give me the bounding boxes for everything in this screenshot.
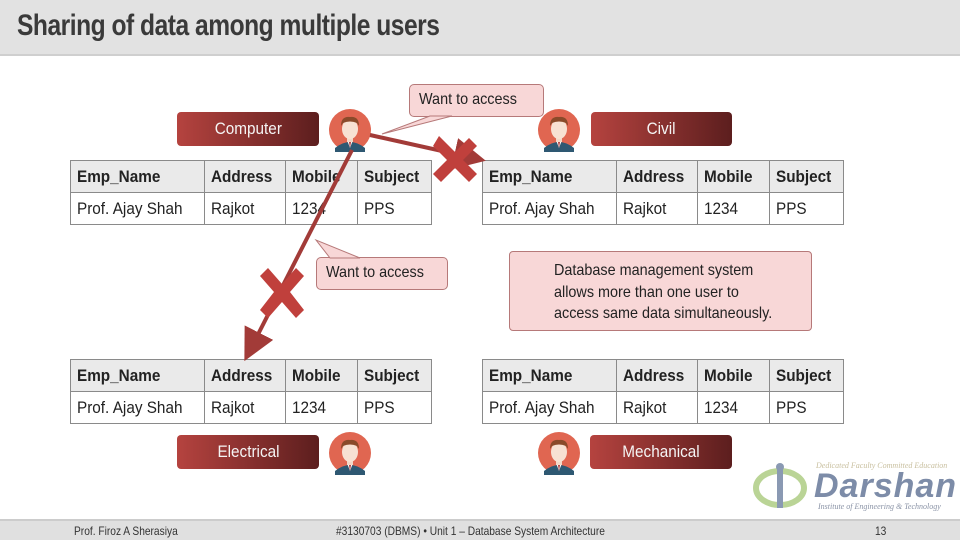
page-number: 13 — [875, 524, 887, 538]
table-row: Prof. Ajay Shah Rajkot 1234 PPS — [70, 192, 433, 225]
header-cell: Emp_Name — [482, 160, 617, 193]
callout-tail — [314, 238, 361, 259]
user-avatar-icon — [329, 432, 371, 474]
header-cell: Mobile — [697, 359, 771, 392]
callout-text: Want to access — [419, 91, 517, 108]
header-cell: Address — [615, 359, 699, 392]
info-line: access same data simultaneously. — [554, 305, 773, 322]
header-cell: Emp_Name — [70, 359, 205, 392]
table-cell: Rajkot — [203, 192, 287, 225]
table-cell: 1234 — [697, 391, 771, 424]
callout-want-to-access-middle: Want to access — [316, 257, 448, 290]
footer-course: #3130703 (DBMS) • Unit 1 – Database Syst… — [336, 524, 605, 538]
footer-author: Prof. Firoz A Sherasiya — [74, 524, 178, 538]
table-cell: PPS — [357, 391, 433, 424]
denied-cross-icon — [260, 268, 304, 318]
callout-text: Want to access — [326, 264, 424, 281]
dept-label-text: Electrical — [216, 442, 280, 461]
darshan-logo: Dedicated Faculty Committed Education Da… — [752, 460, 957, 515]
table-cell: Rajkot — [615, 192, 699, 225]
dept-label-mechanical: Mechanical — [590, 435, 732, 469]
header-cell: Address — [203, 160, 287, 193]
dept-label-text: Mechanical — [622, 442, 700, 461]
table-cell: Prof. Ajay Shah — [482, 391, 617, 424]
table-cell: Rajkot — [203, 391, 287, 424]
header-cell: Subject — [769, 359, 845, 392]
slide-footer: Prof. Firoz A Sherasiya #3130703 (DBMS) … — [0, 519, 960, 540]
table-row: Prof. Ajay Shah Rajkot 1234 PPS — [482, 391, 845, 424]
header-cell: Emp_Name — [482, 359, 617, 392]
table-header-row: Emp_Name Address Mobile Subject — [482, 359, 845, 392]
table-cell: Prof. Ajay Shah — [70, 192, 205, 225]
slide-header: Sharing of data among multiple users — [0, 0, 960, 56]
header-cell: Address — [203, 359, 287, 392]
callout-want-to-access-top: Want to access — [409, 84, 544, 117]
table-cell: 1234 — [285, 391, 359, 424]
table-cell: Prof. Ajay Shah — [482, 192, 617, 225]
dept-label-civil: Civil — [591, 112, 732, 146]
logo-name: Darshan — [814, 467, 958, 505]
access-arrow-right — [369, 133, 486, 170]
dept-label-text: Civil — [647, 119, 676, 138]
dept-label-electrical: Electrical — [177, 435, 319, 469]
table-cell: PPS — [769, 192, 845, 225]
employee-table-mechanical: Emp_Name Address Mobile Subject Prof. Aj… — [482, 359, 845, 424]
table-cell: 1234 — [697, 192, 771, 225]
user-avatar-icon — [538, 109, 580, 151]
table-header-row: Emp_Name Address Mobile Subject — [70, 359, 433, 392]
table-header-row: Emp_Name Address Mobile Subject — [482, 160, 845, 193]
employee-table-electrical: Emp_Name Address Mobile Subject Prof. Aj… — [70, 359, 433, 424]
info-line: allows more than one user to — [554, 283, 739, 301]
dept-label-text: Computer — [214, 119, 282, 138]
table-cell: 1234 — [285, 192, 359, 225]
employee-table-computer: Emp_Name Address Mobile Subject Prof. Aj… — [70, 160, 433, 225]
header-cell: Mobile — [285, 160, 359, 193]
user-avatar-icon — [329, 109, 371, 151]
slide-title: Sharing of data among multiple users — [17, 9, 440, 42]
info-line: Database management system — [554, 262, 754, 279]
employee-table-civil: Emp_Name Address Mobile Subject Prof. Aj… — [482, 160, 845, 225]
table-cell: PPS — [769, 391, 845, 424]
header-cell: Subject — [357, 359, 433, 392]
callout-tail — [381, 115, 453, 135]
header-cell: Mobile — [697, 160, 771, 193]
logo-emblem-icon — [753, 463, 807, 508]
header-cell: Subject — [769, 160, 845, 193]
info-box: Database management system allows more t… — [509, 251, 812, 331]
user-avatar-icon — [538, 432, 580, 474]
table-cell: Rajkot — [615, 391, 699, 424]
header-cell: Address — [615, 160, 699, 193]
dept-label-computer: Computer — [177, 112, 319, 146]
table-header-row: Emp_Name Address Mobile Subject — [70, 160, 433, 193]
table-row: Prof. Ajay Shah Rajkot 1234 PPS — [70, 391, 433, 424]
denied-cross-icon — [433, 136, 477, 182]
table-cell: PPS — [357, 192, 433, 225]
table-row: Prof. Ajay Shah Rajkot 1234 PPS — [482, 192, 845, 225]
logo-subtitle: Institute of Engineering & Technology — [818, 502, 941, 511]
header-cell: Emp_Name — [70, 160, 205, 193]
header-cell: Mobile — [285, 359, 359, 392]
header-cell: Subject — [357, 160, 433, 193]
table-cell: Prof. Ajay Shah — [70, 391, 205, 424]
diagram-overlay — [244, 115, 574, 475]
